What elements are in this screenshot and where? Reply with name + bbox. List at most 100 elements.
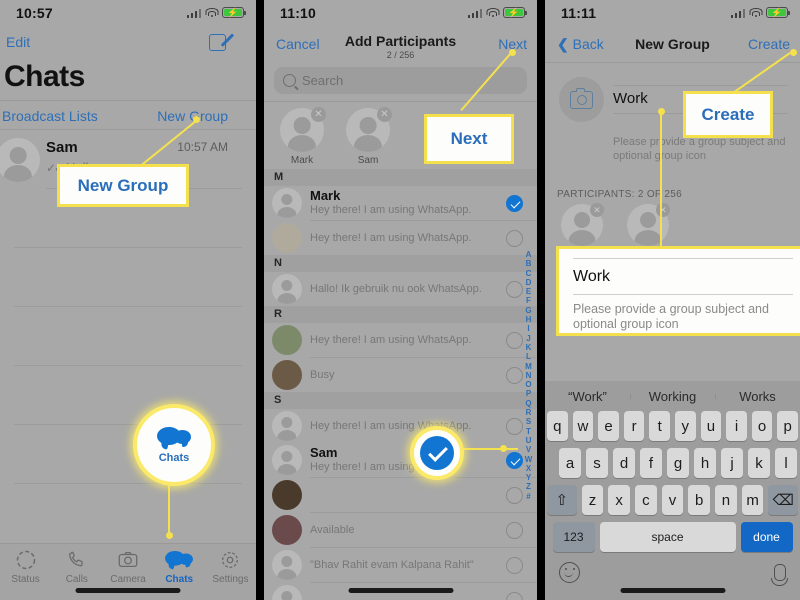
create-button[interactable]: Create	[748, 36, 790, 52]
compose-icon[interactable]	[209, 32, 235, 51]
index-letter[interactable]: X	[526, 464, 531, 473]
suggestion-1[interactable]: Working	[630, 389, 715, 404]
index-letter[interactable]: K	[526, 343, 532, 352]
contact-checkbox[interactable]	[506, 332, 523, 349]
index-letter[interactable]: U	[526, 436, 532, 445]
key-f[interactable]: f	[640, 448, 662, 478]
selected-chip-sam[interactable]: ✕ Sam	[344, 107, 392, 166]
tab-camera[interactable]: Camera	[102, 548, 153, 592]
contact-row[interactable]: Hallo! Ik gebruik nu ook WhatsApp.	[264, 272, 537, 306]
index-letter[interactable]: R	[526, 408, 532, 417]
index-letter[interactable]: A	[526, 250, 532, 259]
index-letter[interactable]: H	[526, 315, 532, 324]
contact-checkbox[interactable]	[506, 487, 523, 504]
shift-key[interactable]: ⇧	[547, 485, 577, 515]
contact-checkbox[interactable]	[506, 557, 523, 574]
chat-list-item-empty[interactable]	[14, 248, 242, 307]
broadcast-lists-button[interactable]: Broadcast Lists	[2, 108, 98, 124]
key-h[interactable]: h	[694, 448, 716, 478]
remove-icon[interactable]: ✕	[311, 107, 326, 122]
key-n[interactable]: n	[715, 485, 737, 515]
index-letter[interactable]: D	[526, 278, 532, 287]
index-letter[interactable]: S	[526, 417, 531, 426]
index-letter[interactable]: W	[525, 455, 533, 464]
key-j[interactable]: j	[721, 448, 743, 478]
index-letter[interactable]: L	[526, 352, 531, 361]
index-letter[interactable]: Y	[526, 473, 531, 482]
index-letter[interactable]: G	[525, 306, 531, 315]
contact-checkbox[interactable]	[506, 522, 523, 539]
index-letter[interactable]: #	[526, 492, 530, 501]
key-v[interactable]: v	[661, 485, 684, 515]
contact-row[interactable]: "Bhav Rahit evam Kalpana Rahit"	[264, 548, 537, 582]
index-letter[interactable]: J	[526, 334, 530, 343]
suggestion-0[interactable]: “Work”	[545, 389, 630, 404]
key-w[interactable]: w	[572, 411, 594, 441]
contact-row[interactable]: Hey there! I am using WhatsApp.	[264, 323, 537, 357]
index-letter[interactable]: Z	[526, 482, 531, 491]
tab-settings[interactable]: Settings	[205, 548, 256, 592]
key-a[interactable]: a	[559, 448, 581, 478]
key-u[interactable]: u	[700, 411, 722, 441]
contact-checkbox[interactable]	[506, 418, 523, 435]
remove-icon[interactable]: ✕	[590, 203, 604, 217]
key-t[interactable]: t	[649, 411, 670, 441]
contact-checkbox[interactable]	[506, 230, 523, 247]
search-input[interactable]: Search	[274, 67, 527, 94]
key-d[interactable]: d	[613, 448, 635, 478]
key-z[interactable]: z	[581, 485, 604, 515]
index-letter[interactable]: Q	[525, 399, 531, 408]
chat-list-item-empty[interactable]	[14, 366, 242, 425]
contact-row[interactable]: Busy	[264, 358, 537, 392]
key-c[interactable]: c	[634, 485, 657, 515]
tab-status[interactable]: Status	[0, 548, 51, 592]
key-q[interactable]: q	[547, 411, 568, 441]
index-letter[interactable]: O	[525, 380, 531, 389]
index-letter[interactable]: I	[527, 324, 529, 333]
key-i[interactable]: i	[726, 411, 747, 441]
index-letter[interactable]: C	[526, 269, 532, 278]
suggestion-2[interactable]: Works	[715, 389, 800, 404]
contact-row[interactable]	[264, 478, 537, 512]
index-letter[interactable]: V	[526, 445, 531, 454]
index-letter[interactable]: P	[526, 389, 531, 398]
contact-row[interactable]: Hey there! I am using WhatsApp.	[264, 409, 537, 443]
index-letter[interactable]: B	[526, 259, 532, 268]
contact-checkbox[interactable]	[506, 195, 523, 212]
contact-row[interactable]: Mark Hey there! I am using WhatsApp.	[264, 186, 537, 220]
alphabet-index[interactable]: A B C D E F G H I J K L M N O P Q R S T …	[522, 250, 535, 501]
key-x[interactable]: x	[608, 485, 630, 515]
contact-row[interactable]: Available	[264, 513, 537, 547]
contact-checkbox[interactable]	[506, 281, 523, 298]
index-letter[interactable]: T	[526, 427, 531, 436]
key-m[interactable]: m	[741, 485, 764, 515]
edit-button[interactable]: Edit	[6, 34, 30, 50]
chat-list-item-empty[interactable]	[14, 307, 242, 366]
contact-checkbox[interactable]	[506, 592, 523, 600]
key-k[interactable]: k	[748, 448, 770, 478]
space-key[interactable]: space	[599, 522, 736, 552]
key-s[interactable]: s	[586, 448, 608, 478]
remove-icon[interactable]: ✕	[377, 107, 392, 122]
key-y[interactable]: y	[675, 411, 696, 441]
index-letter[interactable]: M	[525, 362, 532, 371]
index-letter[interactable]: N	[526, 371, 532, 380]
index-letter[interactable]: E	[526, 287, 531, 296]
key-b[interactable]: b	[688, 485, 711, 515]
backspace-key[interactable]: ⌫	[768, 485, 798, 515]
key-o[interactable]: o	[751, 411, 773, 441]
tab-chats[interactable]: Chats	[154, 548, 205, 592]
group-icon-picker[interactable]	[559, 77, 604, 122]
microphone-icon[interactable]	[771, 564, 788, 586]
contact-row[interactable]: Hey there! I am using WhatsApp.	[264, 221, 537, 255]
remove-icon[interactable]: ✕	[656, 203, 670, 217]
index-letter[interactable]: F	[526, 296, 531, 305]
key-r[interactable]: r	[623, 411, 645, 441]
key-l[interactable]: l	[775, 448, 797, 478]
selected-chip-mark[interactable]: ✕ Mark	[278, 107, 326, 166]
key-p[interactable]: p	[777, 411, 798, 441]
key-e[interactable]: e	[598, 411, 619, 441]
done-key[interactable]: done	[740, 522, 793, 552]
contact-checkbox[interactable]	[506, 452, 523, 469]
contact-checkbox[interactable]	[506, 367, 523, 384]
